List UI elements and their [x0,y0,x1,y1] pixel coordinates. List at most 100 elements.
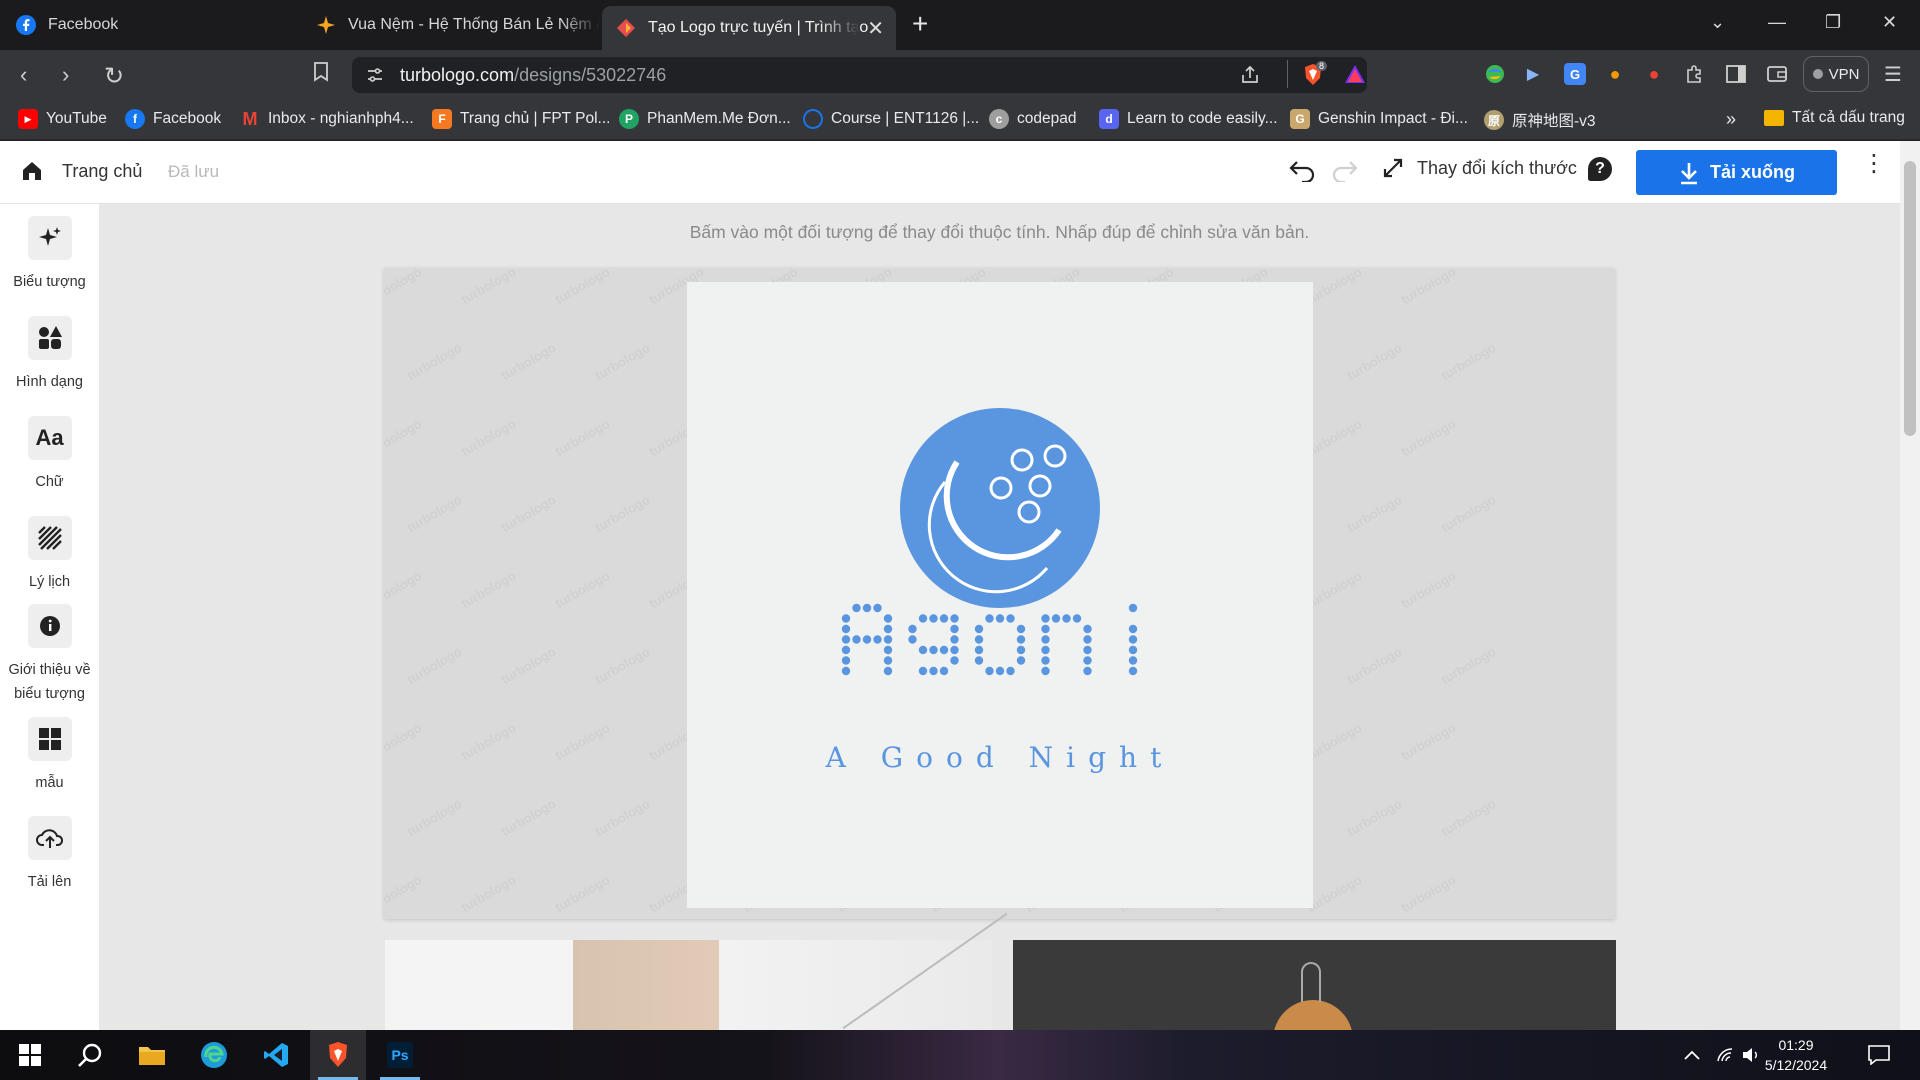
extensions-puzzle-icon[interactable] [1684,63,1706,85]
page-scrollbar[interactable] [1900,141,1920,1030]
bookmark-genshin[interactable]: G Genshin Impact - Đi... [1290,109,1468,129]
bookmark-gmail[interactable]: M Inbox - nghianhph4... [240,109,414,129]
watermark-text: turbologo [404,644,464,687]
bookmark-course[interactable]: Course | ENT1126 |... [803,109,979,129]
wordmark-dot [950,614,959,623]
tab-turbologo[interactable]: Tạo Logo trực tuyến | Trình tạo ✕ [602,6,896,50]
wordmark-dot [1041,666,1050,676]
redo-button[interactable] [1331,158,1359,187]
scrollbar-thumb[interactable] [1904,161,1916,436]
bookmark-genshin-map[interactable]: 原 原神地图-v3 [1484,109,1596,131]
logo-artwork[interactable] [687,282,1313,908]
logo-preview[interactable]: A Good Night [687,282,1313,908]
watermark-text: turbologo [384,720,424,763]
bookmark-facebook[interactable]: f Facebook [125,109,221,129]
download-button[interactable]: Tải xuống [1636,150,1837,195]
brave-rewards-icon[interactable] [1344,64,1366,89]
start-button[interactable] [2,1030,58,1080]
tool-about-icon[interactable]: Giới thiệu về biểu tượng [0,604,99,706]
extension-play-icon[interactable]: ▶ [1522,63,1544,85]
help-icon[interactable]: ? [1588,157,1612,181]
home-icon[interactable] [20,159,44,188]
template-thumbnail-2[interactable] [1013,940,1616,1030]
more-options-icon[interactable]: ⋮ [1862,152,1886,176]
wallet-icon[interactable] [1766,63,1788,85]
wordmark-dot [1006,614,1015,623]
bookmark-learn-to-code[interactable]: d Learn to code easily... [1099,109,1278,129]
undo-button[interactable] [1288,158,1316,187]
resize-icon [1383,158,1403,178]
close-tab-icon[interactable]: ✕ [867,16,884,41]
chevron-up-icon [1684,1050,1700,1060]
taskbar-photoshop[interactable]: Ps [372,1030,428,1080]
design-stage[interactable]: turbologo turbologo turbologo turbologo turb… [384,268,1615,919]
sidebar-toggle-icon[interactable] [1725,63,1747,85]
show-hidden-icons[interactable] [1684,1030,1700,1080]
brave-shields-icon[interactable]: 8 [1302,61,1328,92]
editor-header: Trang chủ Đã lưu Thay đổi kích thước ? T… [0,141,1900,204]
templates-icon [27,717,72,761]
new-tab-button[interactable]: + [912,9,928,39]
url-bar[interactable]: turbologo.com/designs/53022746 8 [352,57,1367,93]
bookmarks-bar: ▶ YouTube f Facebook M Inbox - nghianhph… [0,100,1920,140]
tool-icons[interactable]: Biểu tượng [0,216,99,294]
search-icon [78,1043,102,1067]
tab-search-chevron-icon[interactable]: ⌄ [1710,12,1725,33]
resize-button[interactable]: Thay đổi kích thước [1381,156,1577,180]
template-thumbnail-1[interactable] [385,912,1008,1030]
bookmark-page-icon[interactable] [313,62,329,88]
bookmark-youtube[interactable]: ▶ YouTube [18,109,107,129]
tool-shapes[interactable]: Hình dạng [0,316,99,394]
taskbar-edge[interactable] [186,1030,242,1080]
cookie-icon[interactable]: ● [1604,63,1626,85]
bookmark-codepad[interactable]: c codepad [989,109,1076,129]
close-window-button[interactable]: ✕ [1882,12,1897,33]
wordmark-dot [929,645,938,655]
watermark-text: turbologo [1344,796,1404,839]
notification-center-icon[interactable] [1868,1030,1890,1080]
tool-text[interactable]: Aa Chữ [0,416,99,494]
back-button[interactable]: ‹ [20,62,27,88]
logo-wordmark[interactable] [841,603,1138,676]
wordmark-dot [883,656,893,665]
tab-facebook[interactable]: Facebook [2,7,300,43]
watermark-text: turbologo [552,720,612,763]
forward-button[interactable]: › [62,62,69,88]
extension-bug-icon[interactable]: ● [1643,63,1665,85]
search-button[interactable] [62,1030,118,1080]
tool-templates[interactable]: mẫu [0,717,99,795]
gmail-icon: M [242,108,258,129]
share-icon[interactable] [1240,65,1260,90]
extension-globe-icon[interactable] [1484,63,1506,85]
translate-icon[interactable]: G [1564,63,1586,85]
watermark-text: turbologo [1398,720,1458,763]
reload-button[interactable]: ↻ [104,62,124,91]
taskbar-file-explorer[interactable] [124,1030,180,1080]
background-icon [27,516,72,560]
menu-hamburger-icon[interactable]: ☰ [1884,62,1902,87]
wordmark-dot [862,635,872,644]
taskbar-vscode[interactable] [248,1030,304,1080]
watermark-text: turbologo [552,872,612,915]
tool-upload[interactable]: Tải lên [0,816,99,894]
logo-tagline[interactable]: A Good Night [687,741,1313,774]
taskbar-clock[interactable]: 01:29 5/12/2024 [1746,1035,1846,1075]
watermark-text: turbologo [1438,796,1498,839]
watermark-text: turbologo [404,492,464,535]
all-bookmarks-button[interactable]: Tất cả dấu trang [1764,109,1905,127]
home-link[interactable]: Trang chủ [62,161,142,182]
tab-vua-nem[interactable]: Vua Nệm - Hệ Thống Bán Lẻ Nệm & [302,7,600,43]
minimize-button[interactable]: — [1768,12,1786,33]
tool-background[interactable]: Lý lịch [0,516,99,594]
wordmark-dot [1128,645,1138,655]
bookmarks-overflow-button[interactable]: » [1726,109,1736,130]
network-icon[interactable] [1716,1030,1734,1080]
taskbar-brave[interactable] [310,1030,366,1080]
bookmark-phanmem[interactable]: P PhanMem.Me Đơn... [619,109,791,129]
vpn-button[interactable]: VPN [1803,56,1869,92]
photoshop-icon: Ps [387,1042,413,1068]
restore-button[interactable]: ❐ [1825,12,1841,33]
site-settings-icon[interactable] [366,66,384,89]
wordmark-dot [950,635,959,644]
bookmark-fpt[interactable]: F Trang chủ | FPT Pol... [432,109,610,129]
